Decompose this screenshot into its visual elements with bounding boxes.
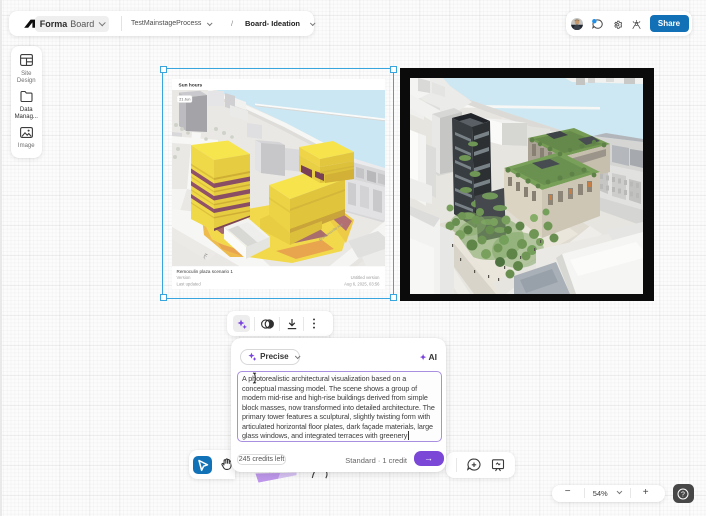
svg-text:Sun hours: Sun hours [179,83,203,89]
svg-text:Last updated: Last updated [177,281,202,286]
svg-text:Aug 6, 2025, 03:56: Aug 6, 2025, 03:56 [344,281,380,286]
svg-text:?: ? [681,491,685,498]
svg-text:Untitled version: Untitled version [351,275,381,280]
svg-text:Remoculin plaza scenario 1: Remoculin plaza scenario 1 [177,269,234,274]
svg-text:21 Jun: 21 Jun [179,98,190,102]
svg-text:Version: Version [177,275,192,280]
